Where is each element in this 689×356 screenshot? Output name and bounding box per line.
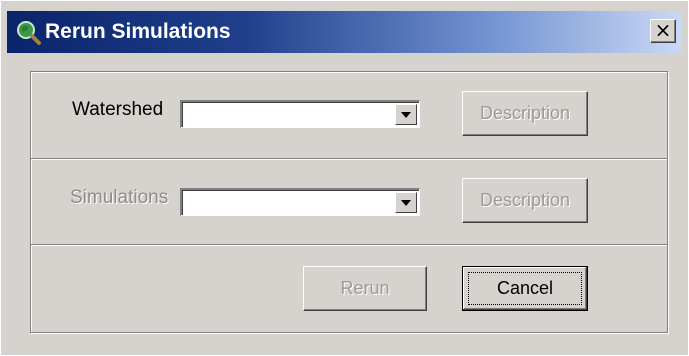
rerun-button[interactable]: Rerun (303, 266, 427, 311)
simulations-description-button[interactable]: Description (462, 178, 588, 223)
divider (31, 158, 667, 160)
focus-ring (468, 272, 582, 305)
watershed-description-button[interactable]: Description (462, 91, 588, 136)
magnifier-globe-icon (17, 21, 41, 45)
divider (31, 244, 667, 246)
watershed-select[interactable] (180, 100, 420, 128)
chevron-down-icon[interactable] (395, 104, 417, 125)
watershed-label: Watershed (72, 99, 164, 120)
simulations-select[interactable] (180, 188, 420, 216)
options-group: Watershed Description Simulations Descri… (30, 71, 668, 333)
rerun-simulations-dialog: Rerun Simulations × Watershed Descriptio… (0, 0, 689, 356)
close-button[interactable]: × (650, 19, 676, 43)
simulations-label: Simulations (70, 187, 169, 208)
close-icon: × (654, 18, 672, 42)
cancel-button[interactable]: Cancel (462, 266, 588, 311)
title-bar[interactable]: Rerun Simulations × (7, 11, 682, 53)
window-title: Rerun Simulations (45, 20, 231, 43)
chevron-down-icon[interactable] (395, 192, 417, 213)
